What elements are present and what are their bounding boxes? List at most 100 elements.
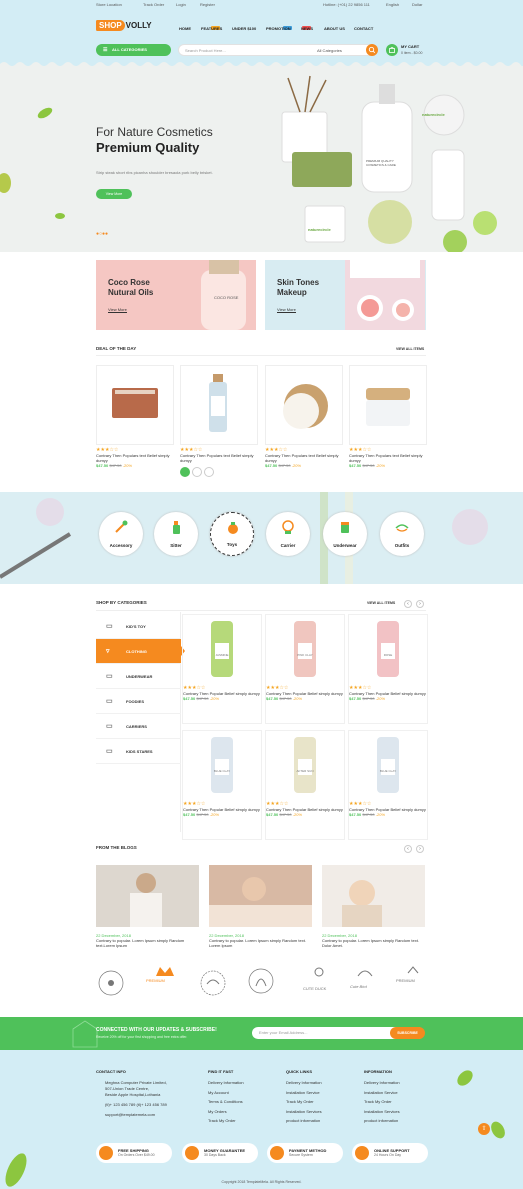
grid-product-card[interactable]: PINK CLAY ★★★☆☆ Contrary Then Popular Beli… bbox=[265, 614, 345, 724]
promo-coco-rose[interactable]: COCO ROSE Coco Rose Nutural Oils View Mo… bbox=[96, 260, 256, 330]
promo-skin-tones[interactable]: Skin Tones Makeup View More bbox=[265, 260, 426, 330]
blog-excerpt[interactable]: Contrary to popular. Lorem Ipsum simply … bbox=[322, 938, 425, 948]
sidebar-item-carriers[interactable]: ▭ CARRIERS bbox=[96, 714, 181, 739]
footer-link[interactable]: Delivery Information bbox=[286, 1078, 322, 1088]
blog-excerpt[interactable]: Contrary to popular. Lorem Ipsum simply … bbox=[96, 938, 199, 948]
blog-excerpt[interactable]: Contrary to popular. Lorem Ipsum simply … bbox=[209, 938, 312, 948]
grid-product-card[interactable]: AFTER SUN ★★★☆☆ Contrary Then Popular Beli… bbox=[265, 730, 345, 840]
footer-link[interactable]: Track My Order bbox=[208, 1116, 244, 1126]
promo-view-more-link[interactable]: View More bbox=[108, 307, 127, 313]
category-circle-sitter[interactable]: Sitter bbox=[154, 512, 198, 556]
product-name[interactable]: Contrary Then Populars text Belief simpl… bbox=[180, 453, 260, 463]
currency-select[interactable]: Dollar bbox=[412, 2, 422, 7]
sidebar-item-kids-toy[interactable]: ▭ KID'S TOY bbox=[96, 614, 181, 639]
search-button[interactable] bbox=[366, 44, 378, 56]
prev-arrow-icon[interactable]: ‹ bbox=[404, 845, 412, 853]
next-arrow-icon[interactable]: › bbox=[416, 845, 424, 853]
product-card[interactable] bbox=[265, 365, 343, 445]
nav-home[interactable]: HOME bbox=[179, 26, 191, 31]
brand-logo[interactable]: PREMIUM bbox=[396, 978, 415, 983]
sidebar-item-clothing[interactable]: ▿ CLOTHING bbox=[96, 639, 181, 664]
search-category-select[interactable]: All Categories bbox=[317, 48, 342, 53]
promo-view-more-link[interactable]: View More bbox=[277, 307, 296, 313]
category-circle-toys[interactable]: Toys bbox=[210, 512, 254, 556]
product-name[interactable]: Contrary Then Populars text Belief simpl… bbox=[96, 453, 176, 463]
sidebar-item-foodies[interactable]: ▭ FOODIES bbox=[96, 689, 181, 714]
product-card[interactable] bbox=[96, 365, 174, 445]
nav-news[interactable]: NEWS bbox=[301, 26, 313, 31]
footer-link[interactable]: Delivery Information bbox=[364, 1078, 400, 1088]
brand-logo-icon[interactable] bbox=[246, 966, 276, 996]
sidebar-item-kids-stares[interactable]: ▭ KIDS STARES bbox=[96, 739, 181, 764]
back-to-top-icon[interactable]: ⇧ bbox=[478, 1123, 490, 1135]
login-link[interactable]: Login bbox=[176, 2, 186, 7]
prev-arrow-icon[interactable]: ‹ bbox=[404, 600, 412, 608]
nav-under-100[interactable]: UNDER $100 bbox=[232, 26, 256, 31]
nav-features[interactable]: FEATURES bbox=[201, 26, 222, 31]
product-card[interactable] bbox=[180, 365, 258, 445]
category-circle-outfits[interactable]: Outfits bbox=[380, 512, 424, 556]
footer-link[interactable]: Track My Order bbox=[286, 1097, 322, 1107]
grid-product-image bbox=[211, 737, 233, 793]
wishlist-button[interactable] bbox=[192, 467, 202, 477]
grid-product-card[interactable]: ROSE ★★★☆☆ Contrary Then Popular Belief si… bbox=[348, 614, 428, 724]
footer-link[interactable]: My Orders bbox=[208, 1107, 244, 1117]
track-order-link[interactable]: Track Order bbox=[143, 2, 164, 7]
quick-view-button[interactable] bbox=[204, 467, 214, 477]
category-circle-accessory[interactable]: Accessory bbox=[99, 512, 143, 556]
subscribe-button[interactable]: SUBSCRIBE bbox=[390, 1027, 425, 1039]
brand-logo[interactable]: Cute Bird bbox=[350, 984, 367, 989]
category-circle-underwear[interactable]: Underwear bbox=[323, 512, 367, 556]
brand-logo[interactable]: PREMIUM bbox=[146, 978, 165, 983]
next-arrow-icon[interactable]: › bbox=[416, 600, 424, 608]
brand-logo-icon[interactable] bbox=[150, 964, 180, 978]
cart-icon[interactable] bbox=[386, 44, 398, 56]
language-select[interactable]: English bbox=[386, 2, 399, 7]
sidebar-item-underwear[interactable]: ▭ UNDERWEAR bbox=[96, 664, 181, 689]
product-info: ★★★☆☆ Contrary Then Populars text Belief… bbox=[180, 447, 260, 477]
hero-view-more-button[interactable]: View More bbox=[96, 189, 132, 199]
blog-image[interactable] bbox=[209, 865, 312, 927]
hero-slider-dots[interactable]: ●○●● bbox=[96, 231, 108, 237]
search-bar[interactable]: Search Product Here... All Categories bbox=[178, 44, 378, 56]
footer-link[interactable]: Track My Order bbox=[364, 1097, 400, 1107]
contact-email[interactable]: support@templatemela.com bbox=[105, 1112, 200, 1118]
product-name[interactable]: Contrary Then Populars text Belief simpl… bbox=[349, 453, 429, 463]
footer-link[interactable]: My Account bbox=[208, 1088, 244, 1098]
brand-logo-icon[interactable] bbox=[198, 968, 228, 998]
grid-product-card[interactable]: JASMINE ★★★☆☆ Contrary Then Popular Belief… bbox=[182, 614, 262, 724]
footer-link[interactable]: Installation Services bbox=[286, 1107, 322, 1117]
footer-link[interactable]: Delivery Information bbox=[208, 1078, 244, 1088]
footer-link[interactable]: Installation Service bbox=[364, 1088, 400, 1098]
nav-promotion[interactable]: PROMOTION bbox=[266, 26, 291, 31]
blog-image[interactable] bbox=[96, 865, 199, 927]
footer-link[interactable]: Installation Services bbox=[364, 1107, 400, 1117]
register-link[interactable]: Register bbox=[200, 2, 215, 7]
all-categories-button[interactable]: ☰ ALL CATEGORIES bbox=[96, 44, 171, 56]
cart-title[interactable]: MY CART bbox=[401, 44, 419, 49]
grid-product-card[interactable]: BLUE CLAY ★★★☆☆ Contrary Then Popular Beli… bbox=[348, 730, 428, 840]
category-circle-carrier[interactable]: Carrier bbox=[266, 512, 310, 556]
search-input[interactable]: Search Product Here... bbox=[185, 48, 226, 53]
brand-logo-icon[interactable] bbox=[398, 964, 428, 976]
feature-free-shipping: FREE SHIPPING On Orders Over $49.00 bbox=[96, 1143, 172, 1163]
brand-logo-icon[interactable] bbox=[304, 966, 334, 980]
brand-logo[interactable]: CUTE DUCK bbox=[303, 986, 326, 991]
logo[interactable]: SHOP VOLLY bbox=[96, 20, 156, 35]
deal-view-all-link[interactable]: VIEW ALL ITEMS bbox=[396, 347, 424, 351]
product-name[interactable]: Contrary Then Populars text Belief simpl… bbox=[265, 453, 345, 463]
footer-link[interactable]: product information bbox=[286, 1116, 322, 1126]
add-to-cart-button[interactable] bbox=[180, 467, 190, 477]
brand-logo-icon[interactable] bbox=[350, 964, 380, 980]
product-card[interactable] bbox=[349, 365, 427, 445]
grid-product-card[interactable]: BLUE CLAY ★★★☆☆ Contrary Then Popular Beli… bbox=[182, 730, 262, 840]
footer-link[interactable]: product information bbox=[364, 1116, 400, 1126]
shopcat-view-all-link[interactable]: VIEW ALL ITEMS bbox=[367, 601, 395, 605]
footer-link[interactable]: Installation Service bbox=[286, 1088, 322, 1098]
nav-about[interactable]: ABOUT US bbox=[324, 26, 345, 31]
blog-image[interactable] bbox=[322, 865, 425, 927]
store-location-link[interactable]: Store Location bbox=[96, 2, 122, 7]
brand-logo-icon[interactable] bbox=[96, 968, 126, 998]
footer-link[interactable]: Terms & Conditions bbox=[208, 1097, 244, 1107]
nav-contact[interactable]: CONTACT bbox=[354, 26, 373, 31]
